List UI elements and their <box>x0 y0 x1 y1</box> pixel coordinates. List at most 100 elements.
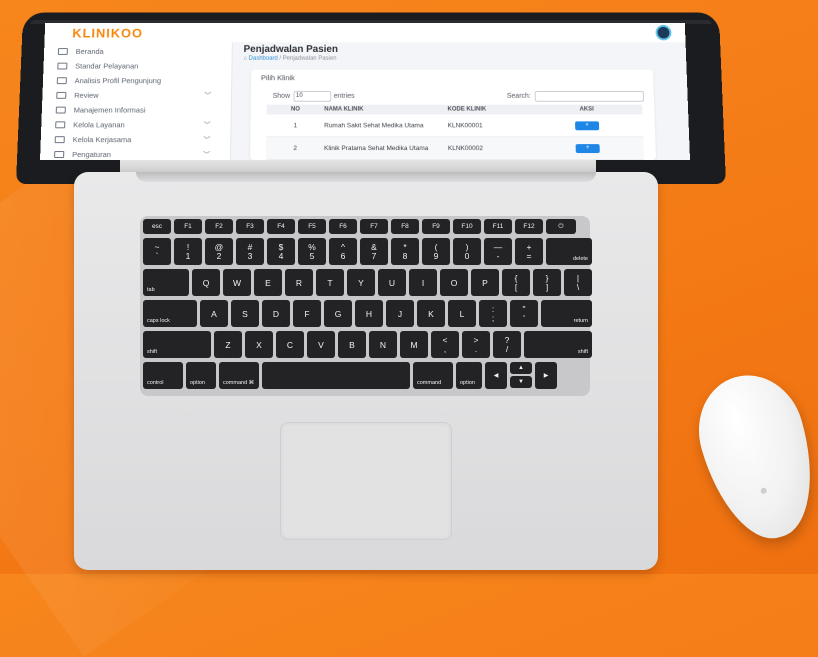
key-f8[interactable]: F8 <box>391 219 419 234</box>
sidebar-item-standar-pelayanan[interactable]: Standar Pelayanan <box>57 61 231 72</box>
key-x[interactable]: X <box>245 331 273 358</box>
key-f12[interactable]: F12 <box>515 219 543 234</box>
column-header-aksi[interactable]: AKSI <box>557 107 617 113</box>
sidebar-item-manajemen-informasi[interactable]: Manajemen Informasi <box>55 105 231 116</box>
key-d[interactable]: D <box>262 300 290 327</box>
key-return[interactable]: return <box>541 300 592 327</box>
key-command-right[interactable]: command <box>413 362 453 389</box>
select-clinic-button[interactable]: + <box>575 143 600 153</box>
sidebar-item-beranda[interactable]: Beranda <box>57 46 232 57</box>
key-delete[interactable]: delete <box>546 238 592 265</box>
key-control[interactable]: control <box>143 362 183 389</box>
key-1[interactable]: ! 1 <box>174 238 202 265</box>
key-arrow-right[interactable]: ▶ <box>535 362 557 389</box>
column-header-nama[interactable]: NAMA KLINIK <box>324 107 447 113</box>
key-6[interactable]: ^ 6 <box>329 238 357 265</box>
key-slash[interactable]: ? / <box>493 331 521 358</box>
key-y[interactable]: Y <box>347 269 375 296</box>
key-esc[interactable]: esc <box>143 219 171 234</box>
key-4[interactable]: $4 <box>267 238 295 265</box>
key-period[interactable]: >. <box>462 331 490 358</box>
key-i[interactable]: I <box>409 269 437 296</box>
key-2[interactable]: @2 <box>205 238 233 265</box>
home-icon[interactable]: ⌂ <box>243 56 247 62</box>
key-f3[interactable]: F3 <box>236 219 264 234</box>
key-f7[interactable]: F7 <box>360 219 388 234</box>
sidebar-item-kelola-layanan[interactable]: Kelola Layanan ﹀ <box>55 119 231 130</box>
key-v[interactable]: V <box>307 331 335 358</box>
key-equals[interactable]: + = <box>515 238 543 265</box>
key-f[interactable]: F <box>293 300 321 327</box>
key-7[interactable]: & 7 <box>360 238 388 265</box>
key-f1[interactable]: F1 <box>174 219 202 234</box>
user-avatar-icon[interactable] <box>655 24 672 41</box>
key-arrow-left[interactable]: ◀ <box>485 362 507 389</box>
key-l[interactable]: L <box>448 300 476 327</box>
key-0[interactable]: ) 0 <box>453 238 481 265</box>
key-g[interactable]: G <box>324 300 352 327</box>
key-f10[interactable]: F10 <box>453 219 481 234</box>
breadcrumb-dashboard-link[interactable]: Dashboard <box>249 56 278 62</box>
key-shift-left[interactable]: shift <box>143 331 211 358</box>
key-option-left[interactable]: option <box>186 362 216 389</box>
key-8[interactable]: * 8 <box>391 238 419 265</box>
key-semicolon[interactable]: :; <box>479 300 507 327</box>
column-header-no[interactable]: NO <box>267 107 325 113</box>
key-q[interactable]: Q <box>192 269 220 296</box>
search-input[interactable] <box>534 90 645 102</box>
key-o[interactable]: O <box>440 269 468 296</box>
key-n[interactable]: N <box>369 331 397 358</box>
key-arrow-down[interactable]: ▼ <box>510 376 532 388</box>
key-tilde[interactable]: ~ ` <box>143 238 171 265</box>
key-5[interactable]: % 5 <box>298 238 326 265</box>
magic-mouse[interactable]: ● <box>685 362 818 552</box>
app-logo[interactable]: KLINIKOO <box>72 26 143 40</box>
key-f5[interactable]: F5 <box>298 219 326 234</box>
key-p[interactable]: P <box>471 269 499 296</box>
key-caps-lock[interactable]: caps lock <box>143 300 197 327</box>
key-f11[interactable]: F11 <box>484 219 512 234</box>
key-shift-right[interactable]: shift <box>524 331 592 358</box>
key-backslash[interactable]: | \ <box>564 269 592 296</box>
key-3[interactable]: #3 <box>236 238 264 265</box>
key-b[interactable]: B <box>338 331 366 358</box>
key-h[interactable]: H <box>355 300 383 327</box>
sidebar-item-pengaturan[interactable]: Pengaturan ﹀ <box>54 149 230 160</box>
key-c[interactable]: C <box>276 331 304 358</box>
key-t[interactable]: T <box>316 269 344 296</box>
entries-select[interactable]: 10 <box>293 90 331 102</box>
key-9[interactable]: (9 <box>422 238 450 265</box>
key-tab[interactable]: tab <box>143 269 189 296</box>
key-right-bracket[interactable]: }] <box>533 269 561 296</box>
key-left-bracket[interactable]: {[ <box>502 269 530 296</box>
key-a[interactable]: A <box>200 300 228 327</box>
key-f2[interactable]: F2 <box>205 219 233 234</box>
key-comma[interactable]: <, <box>431 331 459 358</box>
key-f6[interactable]: F6 <box>329 219 357 234</box>
key-s[interactable]: S <box>231 300 259 327</box>
key-command-left[interactable]: command ⌘ <box>219 362 259 389</box>
key-m[interactable]: M <box>400 331 428 358</box>
power-button-icon[interactable]: ⏻ <box>546 219 576 234</box>
key-e[interactable]: E <box>254 269 282 296</box>
key-j[interactable]: J <box>386 300 414 327</box>
key-w[interactable]: W <box>223 269 251 296</box>
sidebar-item-kelola-kerjasama[interactable]: Kelola Kerjasama ﹀ <box>54 134 231 145</box>
key-spacebar[interactable] <box>262 362 410 389</box>
key-f9[interactable]: F9 <box>422 219 450 234</box>
column-header-kode[interactable]: KODE KLINIK <box>447 107 556 113</box>
key-u[interactable]: U <box>378 269 406 296</box>
key-arrow-up[interactable]: ▲ <box>510 362 532 374</box>
key-z[interactable]: Z <box>214 331 242 358</box>
key-r[interactable]: R <box>285 269 313 296</box>
key-k[interactable]: K <box>417 300 445 327</box>
key-quote[interactable]: " ' <box>510 300 538 327</box>
sidebar-item-review[interactable]: Review ﹀ <box>56 90 231 101</box>
trackpad[interactable] <box>280 422 452 540</box>
key-option-right[interactable]: option <box>456 362 482 389</box>
key-f4[interactable]: F4 <box>267 219 295 234</box>
select-clinic-button[interactable]: + <box>575 120 600 130</box>
key-minus[interactable]: — - <box>484 238 512 265</box>
sidebar-item-analisis[interactable]: Analisis Profil Pengunjung <box>56 75 232 86</box>
sidebar-item-label: Kelola Layanan <box>73 120 125 130</box>
